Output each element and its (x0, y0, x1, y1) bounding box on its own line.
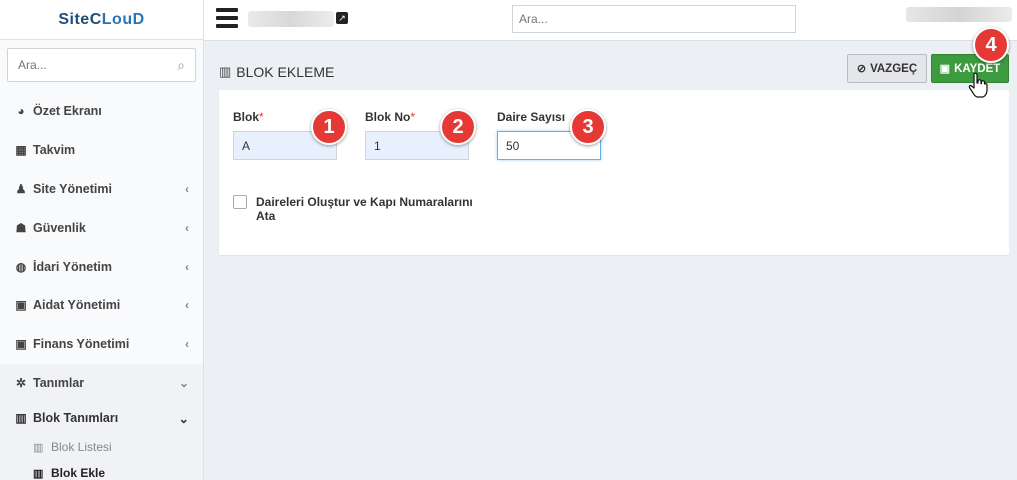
sidebar-search-input[interactable] (18, 58, 178, 72)
create-apartments-checkbox[interactable] (233, 195, 247, 209)
sidebar-item-aidat-yonetimi[interactable]: ▣ Aidat Yönetimi ‹ (0, 286, 203, 325)
step-badge-1: 1 (311, 109, 347, 145)
top-bar: ↗ (204, 0, 1017, 41)
sidebar-item-finans-yonetimi[interactable]: ▣ Finans Yönetimi ‹ (0, 325, 203, 364)
sidebar-item-label: Blok Tanımları (33, 411, 119, 426)
hand-pointer-cursor-icon (968, 72, 988, 98)
sidebar-item-site-yonetimi[interactable]: ♟ Site Yönetimi ‹ (0, 170, 203, 209)
chevron-left-icon: ‹ (185, 337, 189, 352)
sidebar-item-tanimlar[interactable]: ✲ Tanımlar ⌄ (0, 363, 203, 403)
sidebar-subitem-blok-ekle[interactable]: ▥ Blok Ekle (0, 460, 203, 480)
chevron-down-icon: ⌄ (178, 411, 189, 426)
cancel-button[interactable]: ⊘ VAZGEÇ (847, 54, 927, 83)
sidebar-item-ozet-ekrani[interactable]: ◕ Özet Ekranı (0, 92, 203, 131)
top-search-input[interactable] (512, 5, 796, 33)
users-icon: ♟ (15, 181, 27, 196)
sidebar: SiteCLouD ⌕ ◕ Özet Ekranı ▦ Takvim ♟ Sit… (0, 0, 204, 480)
blurred-site-name (248, 11, 334, 27)
building-icon: ▥ (219, 64, 232, 79)
blok-no-label: Blok No* (365, 110, 416, 124)
building-icon: ▥ (15, 411, 27, 426)
sidebar-item-label: Takvim (33, 143, 76, 158)
create-apartments-checkbox-label[interactable]: Daireleri Oluştur ve Kapı Numaralarını A… (256, 195, 476, 223)
dashboard-icon: ◕ (17, 104, 25, 119)
sidebar-menu: ◕ Özet Ekranı ▦ Takvim ♟ Site Yönetimi ‹… (0, 92, 203, 480)
daire-sayisi-label: Daire Sayısı (497, 110, 566, 124)
sidebar-item-blok-tanimlari[interactable]: ▥ Blok Tanımları ⌄ (0, 402, 203, 434)
sidebar-item-takvim[interactable]: ▦ Takvim (0, 131, 203, 170)
hamburger-menu-icon[interactable] (216, 8, 238, 28)
ban-icon: ⊘ (856, 63, 867, 75)
step-badge-4: 4 (973, 27, 1009, 63)
sidebar-item-label: Tanımlar (33, 375, 85, 390)
globe-icon: ◍ (15, 259, 27, 274)
chevron-left-icon: ‹ (185, 220, 189, 235)
building-icon: ▥ (33, 467, 44, 480)
sidebar-item-guvenlik[interactable]: ☗ Güvenlik ‹ (0, 208, 203, 247)
floppy-disk-icon: ▣ (939, 63, 951, 75)
building-icon: ▥ (33, 441, 44, 454)
blok-label: Blok* (233, 110, 264, 124)
sidebar-item-label: Site Yönetimi (33, 181, 112, 196)
money-icon: ▣ (15, 337, 27, 352)
money-icon: ▣ (15, 298, 27, 313)
chevron-down-icon: ⌄ (178, 375, 189, 390)
sidebar-item-label: Blok Ekle (51, 466, 106, 480)
security-guard-icon: ☗ (15, 220, 27, 235)
calendar-icon: ▦ (15, 143, 27, 158)
sidebar-search: ⌕ (7, 48, 196, 82)
sidebar-item-label: Güvenlik (33, 220, 86, 235)
sidebar-open-section: ✲ Tanımlar ⌄ ▥ Blok Tanımları ⌄ ▥ Blok L… (0, 363, 203, 480)
sidebar-item-label: İdari Yönetim (33, 259, 112, 274)
sidebar-subitem-blok-listesi[interactable]: ▥ Blok Listesi (0, 434, 203, 460)
gear-icon: ✲ (15, 375, 27, 390)
step-badge-3: 3 (570, 109, 606, 145)
chevron-left-icon: ‹ (185, 259, 189, 274)
logo-container: SiteCLouD (0, 0, 203, 40)
sidebar-item-idari-yonetim[interactable]: ◍ İdari Yönetim ‹ (0, 247, 203, 286)
site-logo[interactable]: SiteCLouD (58, 11, 144, 29)
chevron-left-icon: ‹ (185, 181, 189, 196)
sidebar-item-label: Özet Ekranı (33, 104, 102, 119)
sidebar-item-label: Finans Yönetimi (33, 337, 130, 352)
search-icon[interactable]: ⌕ (177, 57, 185, 74)
sidebar-item-label: Blok Listesi (51, 440, 112, 455)
page-title: ▥ BLOK EKLEME (219, 64, 335, 80)
external-link-icon[interactable]: ↗ (336, 12, 348, 24)
blurred-user-name[interactable] (906, 7, 1012, 22)
sidebar-item-label: Aidat Yönetimi (33, 298, 121, 313)
chevron-left-icon: ‹ (185, 298, 189, 313)
step-badge-2: 2 (440, 109, 476, 145)
